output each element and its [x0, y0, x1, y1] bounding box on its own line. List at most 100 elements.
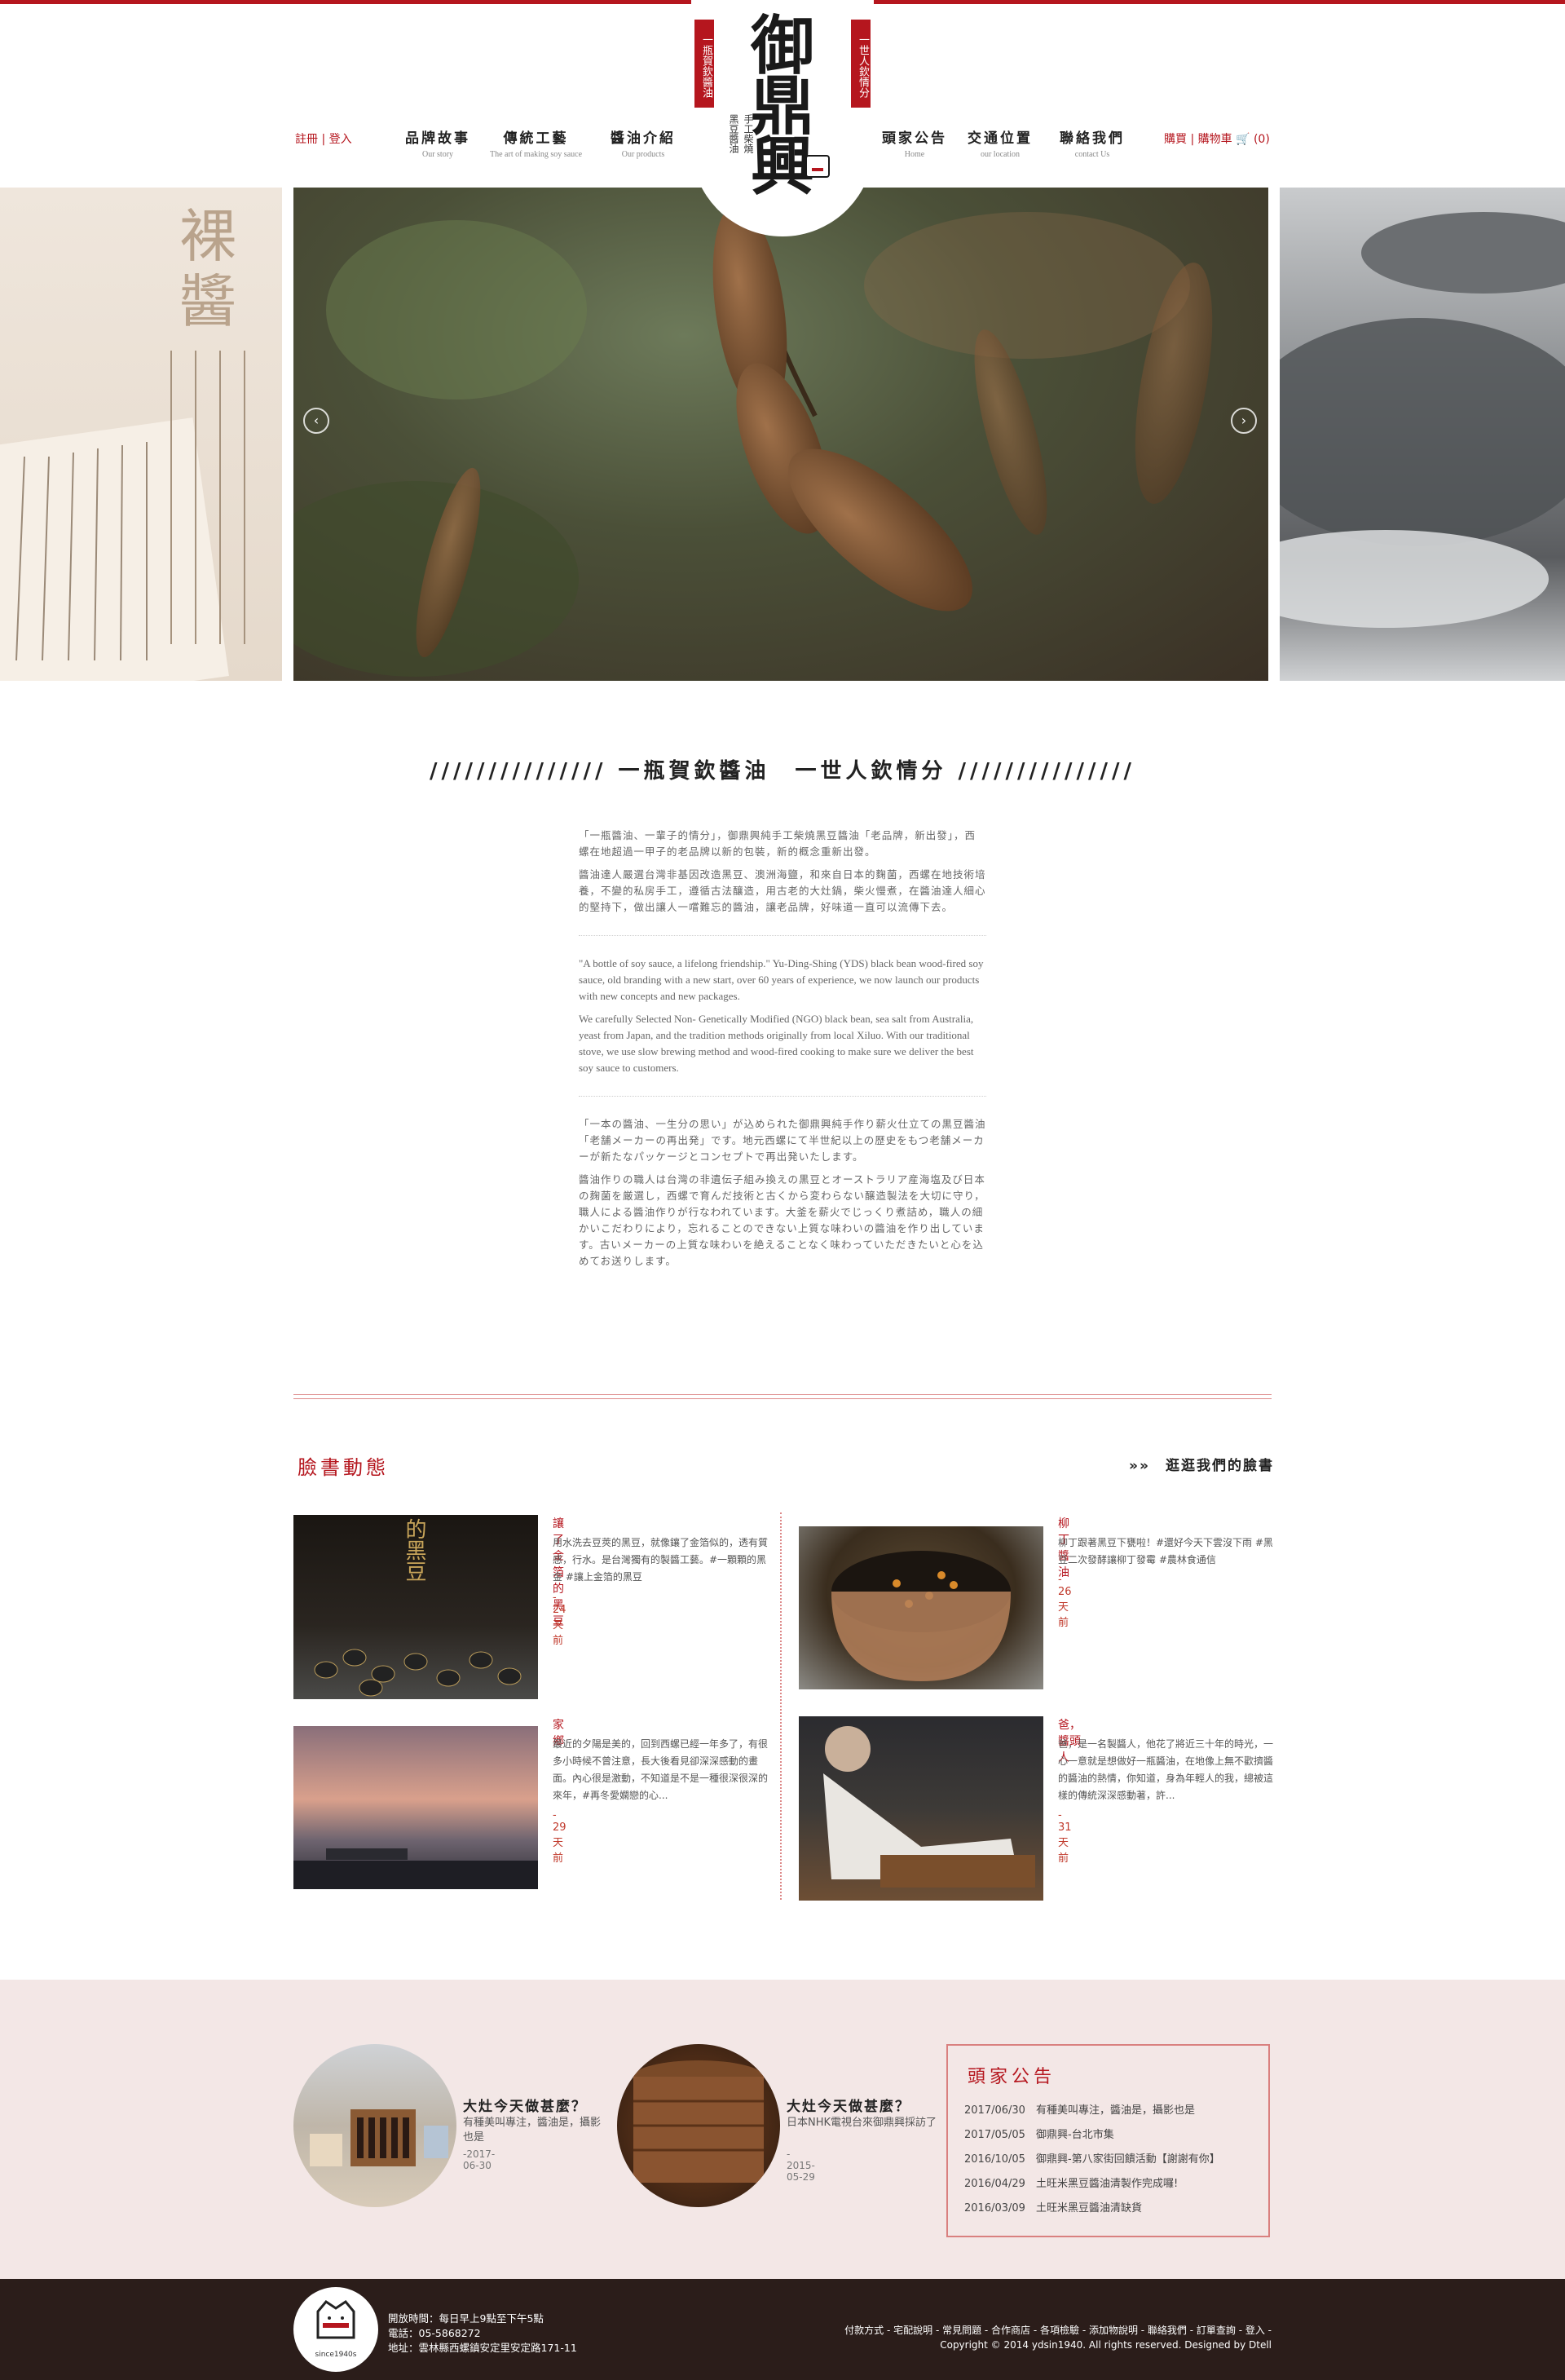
- post-text: 柳丁跟著黑豆下甕啦！#還好今天下雲沒下雨 #黑豆二次發酵讓柳丁發霉 #農林食通信: [1058, 1537, 1273, 1565]
- cart-separator: |: [1190, 133, 1195, 146]
- footer-logo[interactable]: since1940s: [293, 2287, 378, 2372]
- post-time: - 29天前: [553, 1809, 566, 1865]
- nav-sublabel: Our products: [621, 150, 665, 159]
- nav-sublabel: contact Us: [1074, 150, 1110, 159]
- post-thumbnail[interactable]: [799, 1716, 1043, 1901]
- announcements-list: 2017/06/30 有種美叫專注，醬油是，攝影也是 2017/05/05 御鼎興-…: [964, 2101, 1220, 2223]
- highlight-title[interactable]: 大灶今天做甚麼？: [787, 2095, 950, 2115]
- logo-banner-left: 一瓶賀欽醬油: [694, 20, 714, 108]
- buy-link[interactable]: 購買: [1164, 133, 1187, 146]
- highlights-section: [0, 1980, 1565, 2279]
- announcement-item[interactable]: 2016/04/29 土旺米黑豆醬油清製作完成囉!: [964, 2175, 1220, 2199]
- nav-products[interactable]: 醬油介紹 Our products: [611, 126, 676, 159]
- column-divider: [780, 1512, 782, 1900]
- footer-logo-caption: since1940s: [315, 2351, 357, 2359]
- mascot-icon: [316, 2300, 355, 2339]
- nav-label: 聯絡我們: [1060, 130, 1125, 147]
- post-time: - 24天前: [553, 1592, 566, 1647]
- section-divider: [293, 1394, 1272, 1399]
- jar-icon: [831, 1551, 1011, 1681]
- nav-location[interactable]: 交通位置 our location: [968, 126, 1033, 159]
- intro-title: /////////////// 一瓶賀欽醬油 一世人欽情分 //////////…: [430, 759, 1135, 784]
- nav-contact[interactable]: 聯絡我們 contact Us: [1060, 126, 1125, 159]
- product-display-icon: [310, 2109, 448, 2166]
- announcement-date: 2016/10/05: [964, 2153, 1025, 2166]
- post-thumbnail[interactable]: 的黑豆: [293, 1515, 538, 1699]
- nav-craft[interactable]: 傳統工藝 The art of making soy sauce: [490, 126, 582, 159]
- announcements-box: 頭家公告 2017/06/30 有種美叫專注，醬油是，攝影也是 2017/05/0…: [946, 2044, 1270, 2237]
- footer-nav-links[interactable]: 付款方式 - 宅配說明 - 常見問題 - 合作商店 - 各項檢驗 - 添加物說明…: [844, 2323, 1272, 2338]
- cart-icon[interactable]: 🛒: [1236, 133, 1250, 146]
- intro-en: "A bottle of soy sauce, a lifelong frien…: [579, 956, 986, 1076]
- announcement-item[interactable]: 2017/06/30 有種美叫專注，醬油是，攝影也是: [964, 2101, 1220, 2126]
- auth-separator: |: [321, 133, 326, 146]
- announcement-text[interactable]: 土旺米黑豆醬油清製作完成囉!: [1036, 2178, 1178, 2190]
- announcement-date: 2017/05/05: [964, 2129, 1025, 2141]
- announcement-item[interactable]: 2016/03/09 土旺米黑豆醬油清缺貨: [964, 2199, 1220, 2223]
- brand-logo[interactable]: 一瓶賀欽醬油 一世人欽情分 御鼎興 手工柴燒 黑豆醬油: [691, 0, 874, 236]
- intro-en-paragraph: "A bottle of soy sauce, a lifelong frien…: [579, 957, 984, 1002]
- cart-links: 購買 | 購物車 🛒 (0): [1164, 130, 1270, 147]
- slider-prev-button[interactable]: ‹: [303, 408, 329, 434]
- nav-sublabel: our location: [980, 150, 1021, 159]
- post-text: 最近的夕陽是美的，回到西螺已經一年多了，有很多小時候不曾注意，長大後看見卻深深感…: [553, 1738, 769, 1801]
- post-text: 用水洗去豆莢的黑豆，就像鑲了金箔似的，透有質感，行水。是台灣獨有的製醬工藝。#一…: [553, 1537, 769, 1583]
- site-footer: since1940s 開放時間：每日早上9點至下午5點 電話：05-586827…: [0, 2279, 1565, 2380]
- visit-facebook-link[interactable]: »» 逛逛我們的臉書: [1129, 1454, 1274, 1474]
- phone: 電話：05-5868272: [388, 2327, 481, 2339]
- announcements-title: 頭家公告: [968, 2067, 1056, 2087]
- slide-next-preview[interactable]: [1280, 188, 1565, 681]
- intro-en-paragraph: We carefully Selected Non- Genetically M…: [579, 1013, 974, 1074]
- highlight-thumbnail[interactable]: [617, 2044, 780, 2207]
- login-link[interactable]: 登入: [329, 133, 352, 146]
- black-beans-icon: [314, 1649, 522, 1697]
- slide-prev-preview[interactable]: 裸醬: [0, 188, 282, 681]
- post-time: - 31天前: [1058, 1809, 1072, 1865]
- highlight-date: - 2015-05-29: [787, 2148, 815, 2183]
- highlight-thumbnail[interactable]: [293, 2044, 456, 2207]
- highlight-title[interactable]: 大灶今天做甚麼？: [463, 2095, 610, 2115]
- facebook-section-title: 臉書動態: [298, 1456, 389, 1479]
- intro-jp-paragraph: 醬油作りの職人は台灣の非遺伝子組み換えの黒豆とオーストラリア産海塩及び日本の麹菌…: [579, 1173, 985, 1267]
- nav-label: 交通位置: [968, 130, 1033, 147]
- nav-label: 頭家公告: [882, 130, 947, 147]
- divider: [579, 1096, 986, 1097]
- divider: [579, 935, 986, 936]
- nav-label: 醬油介紹: [611, 130, 676, 147]
- steam-pot-icon: [1280, 212, 1565, 628]
- paper-texture-icon: [0, 351, 245, 681]
- announcement-date: 2017/06/30: [964, 2104, 1025, 2117]
- announcement-text[interactable]: 御鼎興-第八家街回饋活動【謝謝有你】: [1036, 2153, 1220, 2166]
- highlight-text: 有種美叫專注，醬油是，攝影也是: [463, 2117, 602, 2144]
- hero-slider: 裸醬 ‹ ›: [0, 188, 1565, 681]
- intro-jp: 「一本の醬油、一生分の思い」が込められた御鼎興純手作り薪火仕立ての黒豆醬油「老舗…: [579, 1116, 986, 1269]
- register-link[interactable]: 註冊: [295, 133, 318, 146]
- announcement-text[interactable]: 有種美叫專注，醬油是，攝影也是: [1036, 2104, 1195, 2117]
- announcement-item[interactable]: 2017/05/05 御鼎興-台北市集: [964, 2126, 1220, 2150]
- post-text: 爸，是一名製醬人，他花了將近三十年的時光，一心一意就是想做好一瓶醬油，在地像上無…: [1058, 1738, 1274, 1801]
- opening-hours: 開放時間：每日早上9點至下午5點: [388, 2312, 544, 2325]
- intro-zh-paragraph: 「一瓶醬油、一輩子的情分」，御鼎興純手工柴燒黑豆醬油「老品牌，新出發」，西螺在地…: [579, 829, 976, 858]
- announcement-item[interactable]: 2016/10/05 御鼎興-第八家街回饋活動【謝謝有你】: [964, 2150, 1220, 2175]
- announcement-date: 2016/03/09: [964, 2202, 1025, 2214]
- copyright: Copyright © 2014 ydsin1940. All rights r…: [940, 2339, 1272, 2351]
- intro-zh-paragraph: 醬油達人嚴選台灣非基因改造黑豆、澳洲海鹽，和來自日本的麴菌，西螺在地技術培養，不…: [579, 868, 986, 913]
- slider-next-button[interactable]: ›: [1231, 408, 1257, 434]
- soybean-pods-icon: [293, 188, 1213, 677]
- nav-sublabel: Our story: [421, 150, 454, 159]
- intro-zh: 「一瓶醬油、一輩子的情分」，御鼎興純手工柴燒黑豆醬油「老品牌，新出發」，西螺在地…: [579, 828, 986, 916]
- nav-sublabel: The art of making soy sauce: [490, 150, 583, 159]
- footer-links: 付款方式 - 宅配說明 - 常見問題 - 合作商店 - 各項檢驗 - 添加物說明…: [844, 2323, 1272, 2352]
- highlight-text: 日本NHK電視台來御鼎興採訪了: [787, 2117, 937, 2129]
- post-thumbnail[interactable]: [293, 1726, 538, 1889]
- cart-link[interactable]: 購物車: [1198, 133, 1232, 146]
- slide-current-soybean-photo[interactable]: ‹ ›: [293, 188, 1268, 681]
- post-thumbnail[interactable]: [799, 1526, 1043, 1689]
- announcement-text[interactable]: 御鼎興-台北市集: [1036, 2129, 1114, 2141]
- nav-our-story[interactable]: 品牌故事 Our story: [405, 126, 470, 159]
- announcement-text[interactable]: 土旺米黑豆醬油清缺貨: [1036, 2202, 1142, 2214]
- nav-label: 品牌故事: [405, 130, 470, 147]
- steamer-basket-icon: [633, 2060, 764, 2183]
- nav-announcements[interactable]: 頭家公告 Home: [882, 126, 947, 159]
- post-time: - 26天前: [1058, 1574, 1072, 1629]
